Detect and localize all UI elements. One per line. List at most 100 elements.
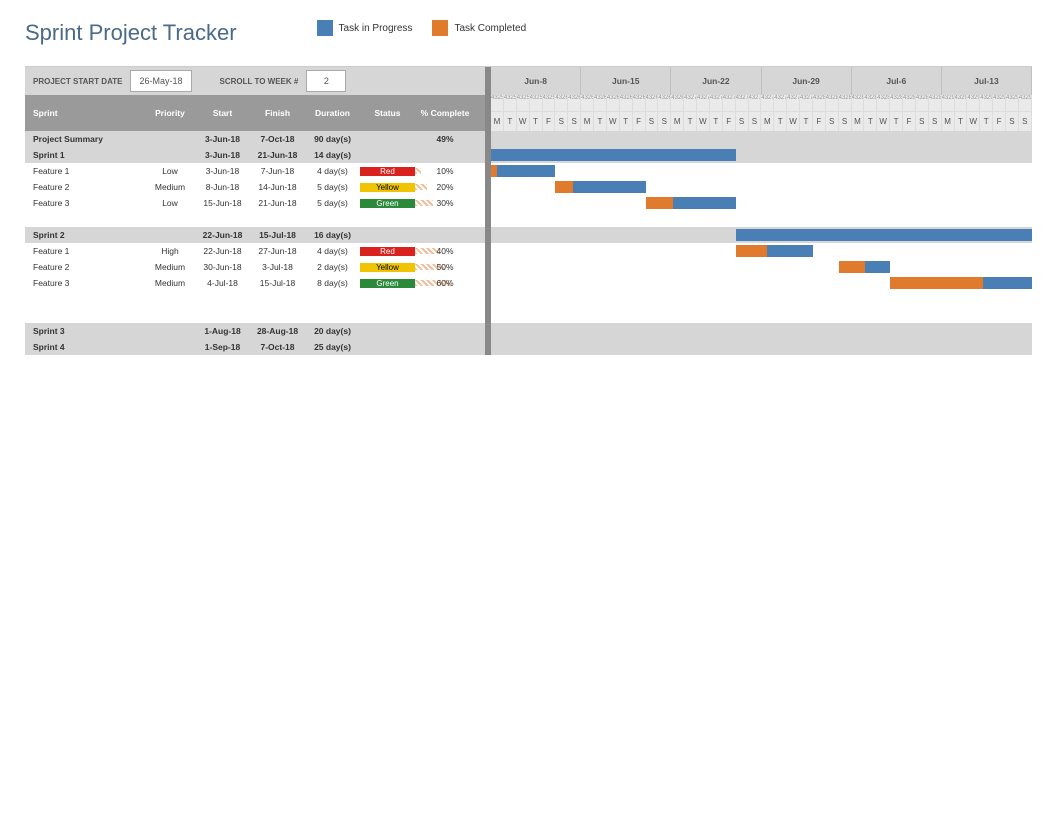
cell: 30-Jun-18 [195,262,250,272]
gantt-bar-completed [646,197,673,209]
table-row[interactable]: Feature 3Low15-Jun-1821-Jun-185 day(s)Gr… [25,195,485,211]
timeline-serial: 43291 [955,95,968,111]
timeline-day: F [993,111,1006,131]
cell: Medium [145,182,195,192]
control-bar: PROJECT START DATE 26-May-18 SCROLL TO W… [25,67,485,95]
gantt-pane: Jun-8Jun-15Jun-22Jun-29Jul-6Jul-13 43255… [485,67,1032,355]
table-row[interactable]: Sprint 41-Sep-187-Oct-1825 day(s) [25,339,485,355]
cell: Project Summary [25,134,145,144]
timeline-day: M [671,111,684,131]
timeline-serial: 43285 [877,95,890,111]
cell: 14-Jun-18 [250,182,305,192]
timeline-serial: 43280 [813,95,826,111]
cell: 90 day(s) [305,134,360,144]
cell: 27-Jun-18 [250,246,305,256]
gantt-bar-completed [736,245,767,257]
timeline-serial: 43269 [671,95,684,111]
cell: 21-Jun-18 [250,198,305,208]
timeline-day: S [568,111,581,131]
cell: 20 day(s) [305,326,360,336]
timeline-serial: 43276 [761,95,774,111]
gantt-row [491,291,1032,307]
timeline-day: T [800,111,813,131]
timeline-serial: 43290 [942,95,955,111]
timeline-serial: 43282 [839,95,852,111]
timeline-day: T [980,111,993,131]
table-row[interactable]: Sprint 31-Aug-1828-Aug-1820 day(s) [25,323,485,339]
timeline-week: Jul-13 [942,67,1032,95]
timeline-serial: 43295 [1006,95,1019,111]
timeline-day: S [929,111,942,131]
table-row[interactable]: Sprint 222-Jun-1815-Jul-1816 day(s) [25,227,485,243]
timeline-serial: 43279 [800,95,813,111]
spacer-row [25,291,485,307]
timeline-serial: 43268 [658,95,671,111]
timeline-serial: 43292 [967,95,980,111]
table-row[interactable]: Feature 2Medium30-Jun-183-Jul-182 day(s)… [25,259,485,275]
timeline-day: T [955,111,968,131]
timeline-day: M [852,111,865,131]
timeline-day: W [697,111,710,131]
start-date-input[interactable]: 26-May-18 [130,70,191,92]
cell: Feature 2 [25,182,145,192]
timeline-day: W [877,111,890,131]
timeline-day: T [890,111,903,131]
table-row[interactable]: Feature 3Medium4-Jul-1815-Jul-188 day(s)… [25,275,485,291]
timeline-day: T [530,111,543,131]
cell: Low [145,198,195,208]
timeline-day: S [736,111,749,131]
table-row[interactable]: Sprint 13-Jun-1821-Jun-1814 day(s) [25,147,485,163]
cell: 14 day(s) [305,150,360,160]
cell: 15-Jul-18 [250,230,305,240]
gantt-bar-progress [767,245,813,257]
timeline-day: S [646,111,659,131]
cell: 1-Sep-18 [195,342,250,352]
col-duration: Duration [305,106,360,120]
cell: 3-Jun-18 [195,166,250,176]
timeline-serial: 43263 [594,95,607,111]
cell: 4-Jul-18 [195,278,250,288]
cell: 60% [415,278,475,288]
table-row[interactable]: Feature 2Medium8-Jun-1814-Jun-185 day(s)… [25,179,485,195]
timeline-serial: 43262 [581,95,594,111]
cell: 7-Jun-18 [250,166,305,176]
cell: Green [360,279,415,288]
cell: Feature 3 [25,278,145,288]
cell: Sprint 3 [25,326,145,336]
col-start: Start [195,106,250,120]
timeline-week: Jun-22 [671,67,761,95]
scroll-week-input[interactable]: 2 [306,70,346,92]
timeline-day: S [916,111,929,131]
timeline-day: T [864,111,877,131]
gantt-row [491,339,1032,355]
timeline-day: S [555,111,568,131]
legend-completed-label: Task Completed [454,23,526,34]
timeline-serials: 4325543256432574325843259432604326143262… [491,95,1032,111]
timeline-day: F [543,111,556,131]
gantt-row [491,307,1032,323]
scroll-week-label: SCROLL TO WEEK # [212,67,307,95]
col-finish: Finish [250,106,305,120]
gantt-bar-progress [573,181,645,193]
legend: Task in Progress Task Completed [317,20,527,36]
timeline-day: W [967,111,980,131]
timeline-serial: 43266 [633,95,646,111]
gantt-bar-progress [865,261,891,273]
cell: 4 day(s) [305,246,360,256]
cell: Feature 1 [25,166,145,176]
timeline-serial: 43270 [684,95,697,111]
table-row[interactable]: Project Summary3-Jun-187-Oct-1890 day(s)… [25,131,485,147]
timeline-day: S [749,111,762,131]
cell: 22-Jun-18 [195,246,250,256]
table-row[interactable]: Feature 1High22-Jun-1827-Jun-184 day(s)R… [25,243,485,259]
cell: 2 day(s) [305,262,360,272]
timeline-weeks: Jun-8Jun-15Jun-22Jun-29Jul-6Jul-13 [491,67,1032,95]
timeline-day: M [761,111,774,131]
cell: 3-Jun-18 [195,150,250,160]
gantt-bar-progress [983,277,1032,289]
timeline-week: Jun-29 [762,67,852,95]
timeline-day: W [517,111,530,131]
timeline-serial: 43256 [504,95,517,111]
table-row[interactable]: Feature 1Low3-Jun-187-Jun-184 day(s)Red1… [25,163,485,179]
left-pane: PROJECT START DATE 26-May-18 SCROLL TO W… [25,67,485,355]
